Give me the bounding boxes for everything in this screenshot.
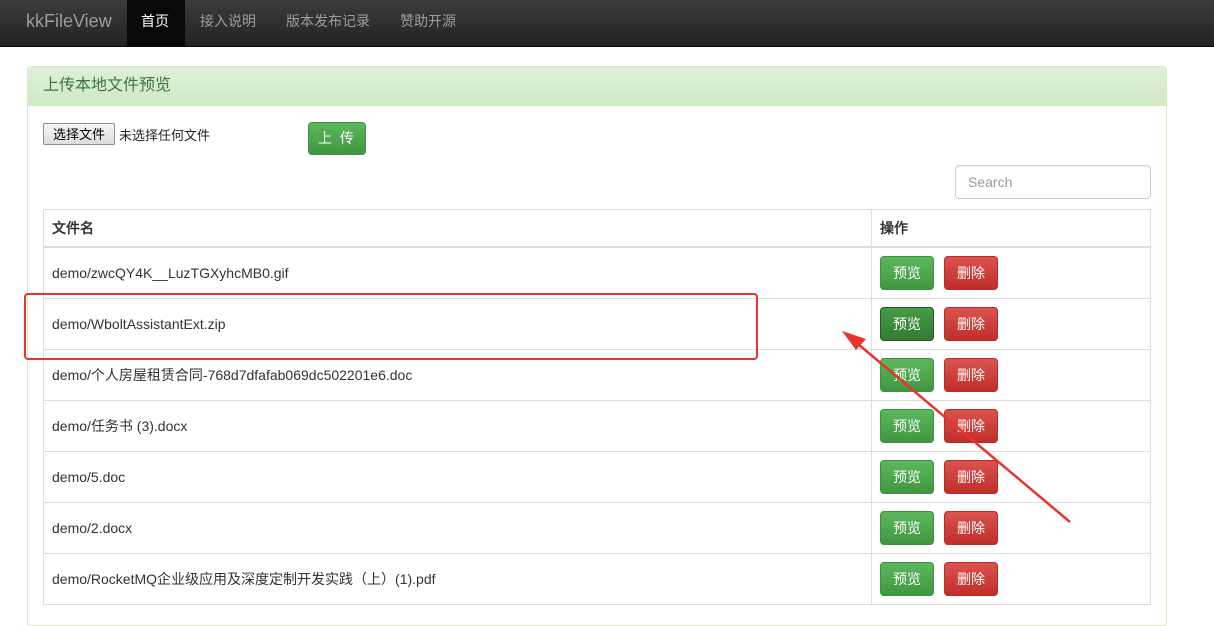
nav-home[interactable]: 首页 <box>127 0 185 46</box>
preview-button[interactable]: 预览 <box>880 307 934 341</box>
row-actions: 预览 删除 <box>871 451 1151 503</box>
file-table: 文件名 操作 demo/zwcQY4K__LuzTGXyhcMB0.gif 预览… <box>43 209 1151 605</box>
preview-button[interactable]: 预览 <box>880 409 934 443</box>
nav-integration-guide[interactable]: 接入说明 <box>186 0 270 46</box>
file-name: demo/RocketMQ企业级应用及深度定制开发实践（上）(1).pdf <box>43 553 872 605</box>
row-actions: 预览 删除 <box>871 400 1151 452</box>
choose-file-button[interactable]: 选择文件 <box>43 123 115 145</box>
header-actions: 操作 <box>871 209 1151 248</box>
delete-button[interactable]: 删除 <box>944 307 998 341</box>
file-name: demo/zwcQY4K__LuzTGXyhcMB0.gif <box>43 246 872 299</box>
table-header-row: 文件名 操作 <box>43 209 1151 248</box>
table-row: demo/zwcQY4K__LuzTGXyhcMB0.gif 预览 删除 <box>43 246 1151 299</box>
nav-sponsor[interactable]: 赞助开源 <box>386 0 470 46</box>
panel-title: 上传本地文件预览 <box>43 77 172 94</box>
delete-button[interactable]: 删除 <box>944 562 998 596</box>
preview-button[interactable]: 预览 <box>880 562 934 596</box>
table-row: demo/任务书 (3).docx 预览 删除 <box>43 400 1151 452</box>
nav-release-notes[interactable]: 版本发布记录 <box>272 0 384 46</box>
preview-button[interactable]: 预览 <box>880 460 934 494</box>
delete-button[interactable]: 删除 <box>944 511 998 545</box>
table-row: demo/2.docx 预览 删除 <box>43 502 1151 554</box>
delete-button[interactable]: 删除 <box>944 358 998 392</box>
top-navbar: kkFileView 首页 接入说明 版本发布记录 赞助开源 <box>0 0 1214 47</box>
search-input[interactable] <box>955 165 1151 199</box>
preview-button[interactable]: 预览 <box>880 256 934 290</box>
table-row: demo/5.doc 预览 删除 <box>43 451 1151 503</box>
row-actions: 预览 删除 <box>871 502 1151 554</box>
row-actions: 预览 删除 <box>871 246 1151 299</box>
file-name: demo/2.docx <box>43 502 872 554</box>
preview-button[interactable]: 预览 <box>880 358 934 392</box>
row-actions: 预览 删除 <box>871 349 1151 401</box>
file-status-text: 未选择任何文件 <box>119 128 211 143</box>
delete-button[interactable]: 删除 <box>944 460 998 494</box>
file-name: demo/任务书 (3).docx <box>43 400 872 452</box>
delete-button[interactable]: 删除 <box>944 256 998 290</box>
file-name: demo/5.doc <box>43 451 872 503</box>
delete-button[interactable]: 删除 <box>944 409 998 443</box>
panel-heading: 上传本地文件预览 <box>28 67 1166 106</box>
brand-logo[interactable]: kkFileView <box>26 0 112 46</box>
table-row: demo/RocketMQ企业级应用及深度定制开发实践（上）(1).pdf 预览… <box>43 553 1151 605</box>
upload-button[interactable]: 上 传 <box>308 122 366 155</box>
row-actions: 预览 删除 <box>871 298 1151 350</box>
row-actions: 预览 删除 <box>871 553 1151 605</box>
header-filename: 文件名 <box>43 209 872 248</box>
preview-button[interactable]: 预览 <box>880 511 934 545</box>
annotation-highlight-box <box>24 293 758 360</box>
